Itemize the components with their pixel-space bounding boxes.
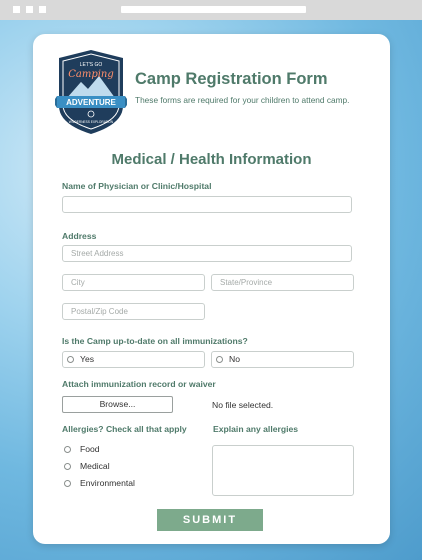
address-label: Address xyxy=(62,231,97,241)
option-label: Food xyxy=(80,444,100,454)
browser-chrome xyxy=(0,0,422,20)
attach-label: Attach immunization record or waiver xyxy=(62,379,216,389)
logo-banner-text: ADVENTURE xyxy=(66,98,116,107)
page-title: Camp Registration Form xyxy=(135,70,328,88)
logo-script-text: Camping xyxy=(68,69,114,80)
option-label: Medical xyxy=(80,461,110,471)
radio-icon[interactable] xyxy=(64,463,71,471)
explain-allergies-textarea[interactable] xyxy=(212,445,354,496)
camp-logo: LET'S GO Camping ADVENTURE WILDERNESS EX… xyxy=(55,50,127,134)
radio-icon[interactable] xyxy=(64,446,71,454)
option-label: Environmental xyxy=(80,478,135,488)
immunizations-label: Is the Camp up-to-date on all immunizati… xyxy=(62,336,248,346)
immunization-yes-option[interactable]: Yes xyxy=(62,351,205,368)
allergies-label: Allergies? Check all that apply xyxy=(62,424,187,434)
submit-button[interactable]: SUBMIT xyxy=(157,509,263,531)
file-status: No file selected. xyxy=(212,400,274,410)
window-dot xyxy=(39,6,46,13)
section-title: Medical / Health Information xyxy=(111,151,312,168)
option-label: No xyxy=(229,354,240,364)
physician-input[interactable] xyxy=(62,196,352,213)
postal-code-input[interactable]: Postal/Zip Code xyxy=(62,303,205,320)
address-bar[interactable] xyxy=(121,6,306,13)
explain-allergies-label: Explain any allergies xyxy=(213,424,299,434)
option-label: Yes xyxy=(80,354,95,364)
allergy-option-environmental[interactable]: Environmental xyxy=(64,478,135,488)
physician-label: Name of Physician or Clinic/Hospital xyxy=(62,181,212,191)
logo-top-text: LET'S GO xyxy=(80,62,103,68)
immunization-no-option[interactable]: No xyxy=(211,351,354,368)
allergy-option-food[interactable]: Food xyxy=(64,444,100,454)
browse-button[interactable]: Browse... xyxy=(62,396,173,413)
allergy-option-medical[interactable]: Medical xyxy=(64,461,110,471)
radio-icon[interactable] xyxy=(216,356,223,364)
page-subtitle: These forms are required for your childr… xyxy=(135,95,350,105)
radio-icon[interactable] xyxy=(67,356,74,364)
radio-icon[interactable] xyxy=(64,480,71,488)
window-dot xyxy=(26,6,33,13)
city-input[interactable]: City xyxy=(62,274,205,291)
logo-bottom-text: WILDERNESS EXPLORATION xyxy=(69,120,114,124)
window-dot xyxy=(13,6,20,13)
registration-form-card: LET'S GO Camping ADVENTURE WILDERNESS EX… xyxy=(33,34,390,544)
street-address-input[interactable]: Street Address xyxy=(62,245,352,262)
state-input[interactable]: State/Province xyxy=(211,274,354,291)
